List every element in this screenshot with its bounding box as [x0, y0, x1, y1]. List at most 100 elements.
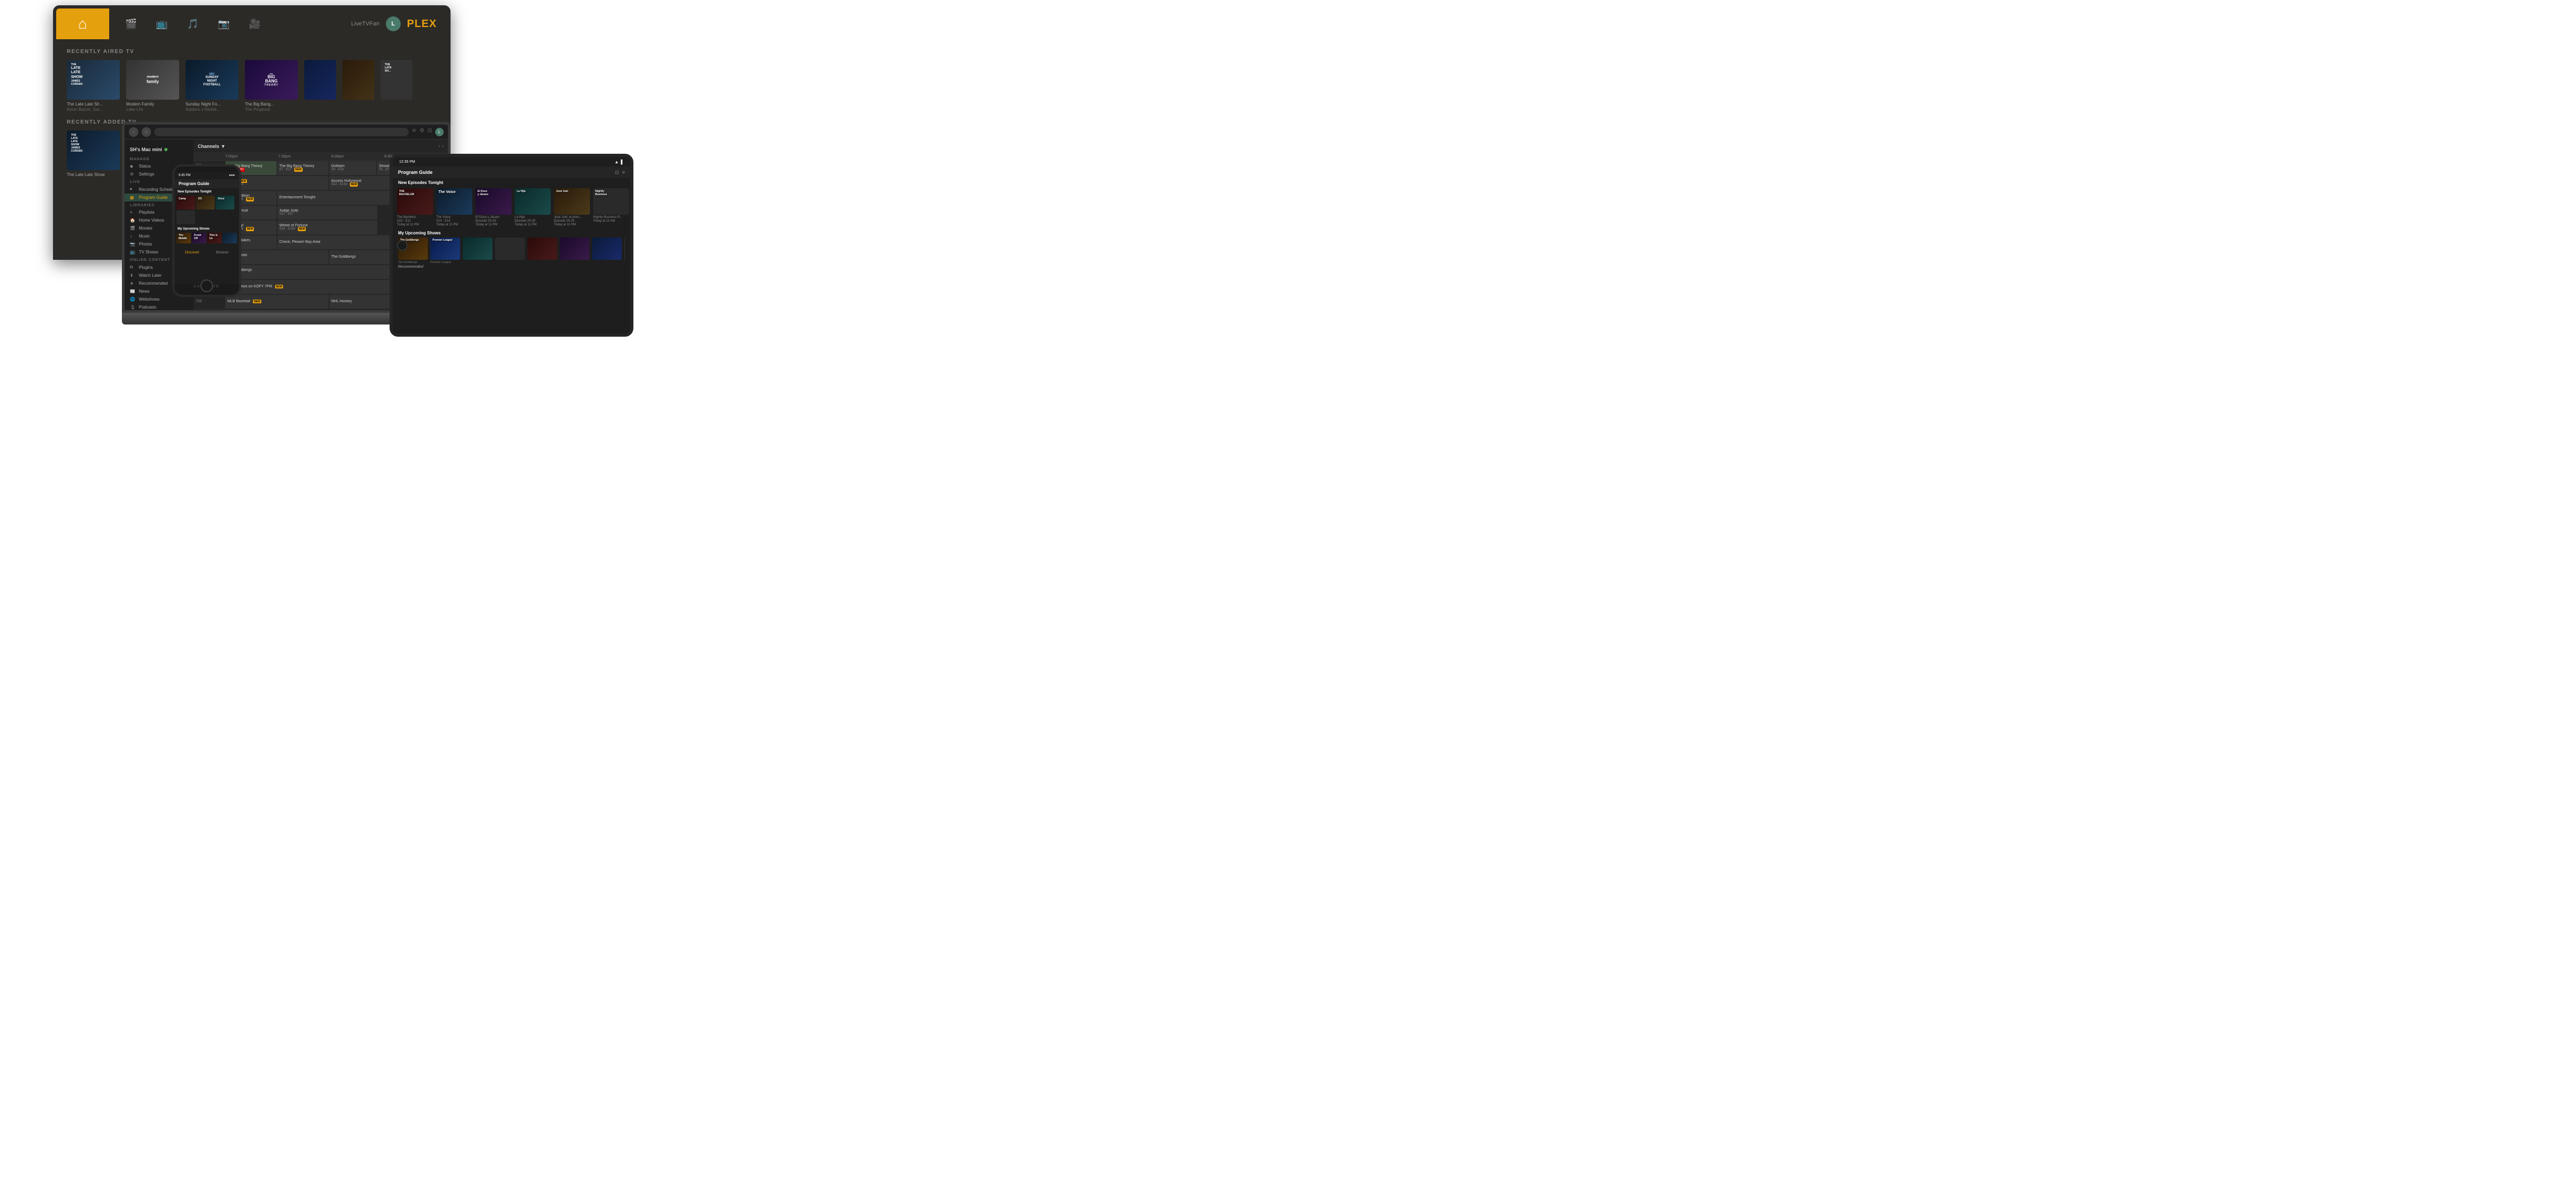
tablet-filter-icon[interactable]: ≡ — [622, 170, 625, 176]
sidebar-label-tv-shows: TV Shows — [139, 250, 158, 255]
mac-channel-header: Channels ▼ ‹ › — [193, 139, 448, 153]
tablet-home-button[interactable] — [397, 240, 408, 251]
show-caption: Nightly Business R...Today at 12 AM — [593, 216, 629, 223]
show-caption: The Late Late Sh...Kevin Bacon, Sar... — [67, 102, 120, 113]
list-item[interactable] — [495, 238, 525, 265]
list-item[interactable] — [223, 233, 237, 243]
tv-plex-logo: PLEX — [407, 18, 437, 30]
tv-nav-movies[interactable]: 🎬 — [125, 19, 137, 30]
list-item[interactable]: DC — [196, 196, 215, 209]
program-item[interactable]: Judge JudyS22 · E57 — [277, 206, 378, 220]
list-item[interactable]: NBC SUNDAYNIGHTFOOTBALL Sunday Night Fo.… — [186, 60, 239, 113]
list-item[interactable]: The Voice The VoiceS14 · E14Today at 11 … — [436, 188, 472, 227]
list-item[interactable] — [342, 60, 374, 113]
phone-carrier: 9:45 PM — [179, 174, 190, 177]
tv-nav-music[interactable]: 🎵 — [187, 19, 199, 30]
mac-home-button[interactable]: ⌂ — [142, 127, 151, 137]
show-caption: The VoiceS14 · E14Today at 11 PM — [436, 216, 472, 227]
webshows-icon: 🌐 — [130, 297, 136, 302]
sidebar-label-news: News — [139, 289, 149, 294]
list-item[interactable]: THELATESH... — [381, 60, 412, 113]
tablet-upcoming-section: My Upcoming Shows The Goldbergs The Gold… — [393, 229, 630, 265]
sidebar-label-watch-later: Watch Later — [139, 273, 162, 278]
list-item[interactable]: THELATELATESHOWJAMESCORDEN The Late Late… — [67, 130, 120, 178]
list-item[interactable] — [304, 60, 336, 113]
tablet-header: Program Guide ⊡ ≡ — [393, 166, 630, 178]
list-item[interactable]: This Is Us — [207, 233, 222, 243]
time-slot-2: 7:30pm — [278, 155, 331, 159]
list-item[interactable] — [177, 210, 195, 224]
phone-home-button[interactable] — [200, 279, 213, 292]
list-item[interactable]: THEBACHELOR The BachelorS22 · E11Today a… — [397, 188, 433, 227]
mac-activity-icon[interactable]: ≋ — [412, 128, 416, 136]
phone-screen: 9:45 PM ●●● Program Guide New Episodes T… — [174, 172, 239, 284]
list-item[interactable]: La Hija La HijaEpisode 29-29Today at 11 … — [515, 188, 551, 227]
show-caption: The Big Bang...The Proposal — [245, 102, 298, 113]
list-item[interactable] — [463, 238, 492, 265]
mac-user-avatar[interactable]: L — [435, 128, 444, 136]
phone-bottom-nav: Discover Browse — [174, 248, 239, 258]
show-thumbnail: modernfamily — [126, 60, 179, 100]
list-item[interactable] — [560, 238, 589, 265]
mac-nav-prev[interactable]: ‹ — [439, 144, 440, 148]
list-item[interactable] — [592, 238, 622, 265]
tablet-wifi-icon: ▲ — [614, 160, 619, 164]
sidebar-label-recommended: Recommended — [139, 281, 167, 286]
list-item[interactable]: The Middle — [177, 233, 191, 243]
music-icon: ♪ — [130, 234, 136, 239]
phone-header: Program Guide — [174, 179, 239, 188]
phone-upcoming-title: My Upcoming Shows — [174, 225, 239, 232]
program-item[interactable]: The Big Bang TheoryS7 · E17 NEW — [277, 161, 329, 175]
tv-home-button[interactable]: ⌂ — [56, 8, 109, 39]
list-item[interactable] — [527, 238, 557, 265]
program-item[interactable]: Wheel of FortuneS35 · E154 NEW — [277, 221, 378, 234]
list-item[interactable]: THE LATELATESHOW JAMESCORDEN The Late La… — [67, 60, 120, 113]
list-item[interactable]: José Joel José Joel, el princ...Episode … — [554, 188, 590, 227]
tablet-upcoming-row: The Goldbergs The Goldbergs Premier Leag… — [398, 238, 625, 265]
phone-title: Program Guide — [179, 181, 209, 186]
tablet-screen: 12:35 PM ▲ ▌ Program Guide ⊡ ≡ New Episo… — [393, 157, 630, 334]
list-item[interactable]: the BIGBANG THEORY The Big Bang...The Pr… — [245, 60, 298, 113]
show-caption: THIS IS US — [624, 261, 625, 265]
home-icon: ⌂ — [78, 15, 87, 32]
mac-back-button[interactable]: ‹ — [129, 127, 138, 137]
show-thumbnail — [495, 238, 525, 260]
mac-settings-icon[interactable]: ⚙ — [420, 128, 425, 136]
list-item[interactable]: Premier League Premier League — [430, 238, 460, 265]
program-item[interactable]: GothamS4 · E18 — [329, 161, 377, 175]
phone-discover-btn[interactable]: Discover — [185, 251, 199, 255]
phone-upcoming-row: The Middle Fresh Off This Is Us — [174, 232, 239, 244]
show-thumbnail — [304, 60, 336, 100]
show-caption: The Late Late Show — [67, 172, 120, 178]
list-item[interactable]: Fresh Off — [192, 233, 206, 243]
list-item[interactable]: Camp — [177, 196, 195, 209]
news-icon: 📰 — [130, 289, 136, 294]
tablet-status-time: 12:35 PM — [399, 160, 415, 164]
phone-shell: 9:45 PM ●●● Program Guide New Episodes T… — [172, 164, 241, 297]
tablet: 12:35 PM ▲ ▌ Program Guide ⊡ ≡ New Episo… — [390, 154, 633, 337]
tv-user-avatar[interactable]: L — [386, 16, 401, 31]
settings-icon: ⚙ — [130, 172, 136, 177]
list-item[interactable]: Once — [216, 196, 234, 209]
mac-channels-dropdown[interactable]: Channels ▼ — [198, 144, 225, 149]
status-icon: ◆ — [130, 164, 136, 169]
phone-browse-btn[interactable]: Browse — [216, 251, 228, 255]
tv-nav-tv[interactable]: 📺 — [156, 19, 167, 30]
tablet-search-icon[interactable]: ⊡ — [615, 170, 619, 176]
tablet-shell: 12:35 PM ▲ ▌ Program Guide ⊡ ≡ New Episo… — [390, 154, 633, 337]
list-item[interactable]: NightlyBusiness Nightly Business R...Tod… — [593, 188, 629, 227]
tv-nav-video[interactable]: 🎥 — [249, 19, 261, 30]
show-caption: Premier League — [430, 261, 460, 265]
show-thumbnail: The Voice — [436, 188, 472, 215]
mac-top-nav: ‹ ⌂ ≋ ⚙ ⊡ L — [125, 125, 448, 139]
list-item[interactable]: modernfamily Modern FamilyLake Life — [126, 60, 179, 113]
list-item[interactable]: El Docey Jácaro El Doce y JácaroEpisode … — [475, 188, 511, 227]
mac-window-icon[interactable]: ⊡ — [428, 128, 432, 136]
mac-nav-next[interactable]: › — [442, 144, 444, 148]
sidebar-label-recording: Recording Schedule — [139, 187, 177, 192]
list-item[interactable]: THIS IS US THIS IS US — [624, 238, 625, 265]
mac-search-bar[interactable] — [154, 128, 409, 136]
sidebar-item-podcasts[interactable]: 🎙 Podcasts — [125, 303, 193, 311]
tv-nav-photos[interactable]: 📷 — [218, 19, 230, 30]
show-thumbnail — [560, 238, 589, 260]
